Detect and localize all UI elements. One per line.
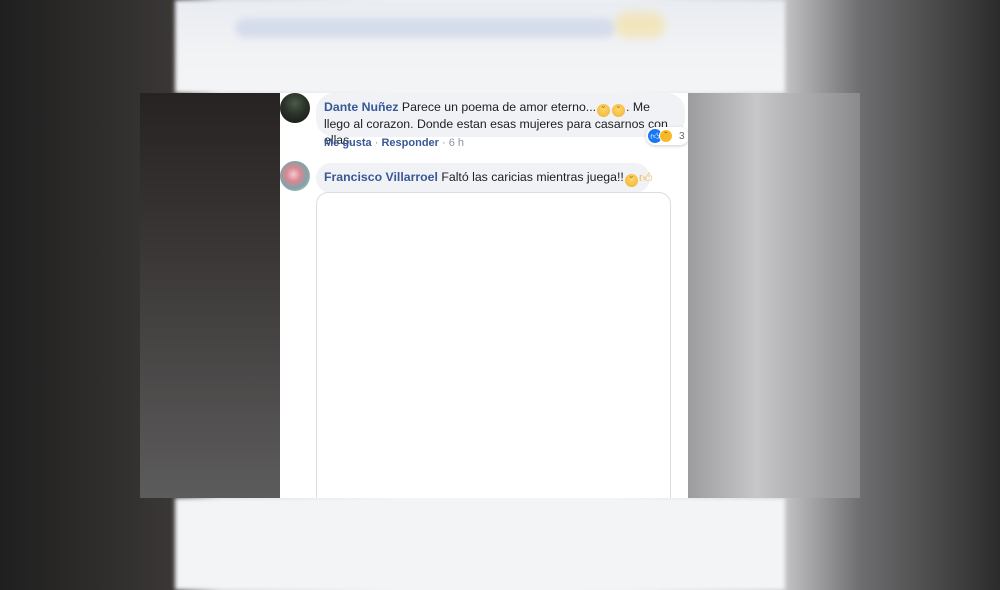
comments-panel: Dante Nuñez Parece un poema de amor eter… bbox=[280, 93, 688, 498]
comment-actions: Me gusta · Responder · 6 h bbox=[324, 137, 464, 149]
blurred-shape bbox=[615, 12, 665, 38]
avatar[interactable] bbox=[280, 161, 310, 191]
thumbs-up-icon: 👍︎ bbox=[638, 170, 653, 185]
separator: · bbox=[442, 137, 449, 149]
comment-timestamp[interactable]: 6 h bbox=[449, 137, 464, 149]
dark-side-panel-right bbox=[688, 93, 860, 498]
comment-bubble: Dante Nuñez Parece un poema de amor eter… bbox=[316, 93, 685, 147]
like-button[interactable]: Me gusta bbox=[324, 137, 372, 149]
emoji-icon: ˘ bbox=[612, 104, 626, 117]
comment-text: Parece un poema de amor eterno... bbox=[401, 100, 597, 114]
blurred-background-bottom bbox=[175, 498, 785, 590]
reaction-count: 3 bbox=[679, 130, 685, 142]
dark-side-panel-left bbox=[140, 93, 280, 498]
comment-author[interactable]: Francisco Villarroel bbox=[324, 170, 438, 184]
emoji-icon: ˘ bbox=[624, 174, 638, 187]
avatar[interactable] bbox=[280, 93, 310, 123]
haha-icon: ˘ bbox=[659, 129, 673, 143]
comment-attachment[interactable] bbox=[316, 192, 671, 498]
blurred-background-top bbox=[175, 0, 785, 93]
blurred-bar bbox=[235, 18, 615, 38]
reactions-summary[interactable]: 👍︎ ˘ 3 bbox=[646, 127, 688, 145]
emoji-icon: ˘ bbox=[597, 104, 611, 117]
comment-bubble: Francisco Villarroel Faltó las caricias … bbox=[316, 163, 653, 193]
reply-button[interactable]: Responder bbox=[381, 137, 438, 149]
comment-author[interactable]: Dante Nuñez bbox=[324, 100, 398, 114]
comment-text: Faltó las caricias mientras juega!! bbox=[441, 170, 624, 184]
